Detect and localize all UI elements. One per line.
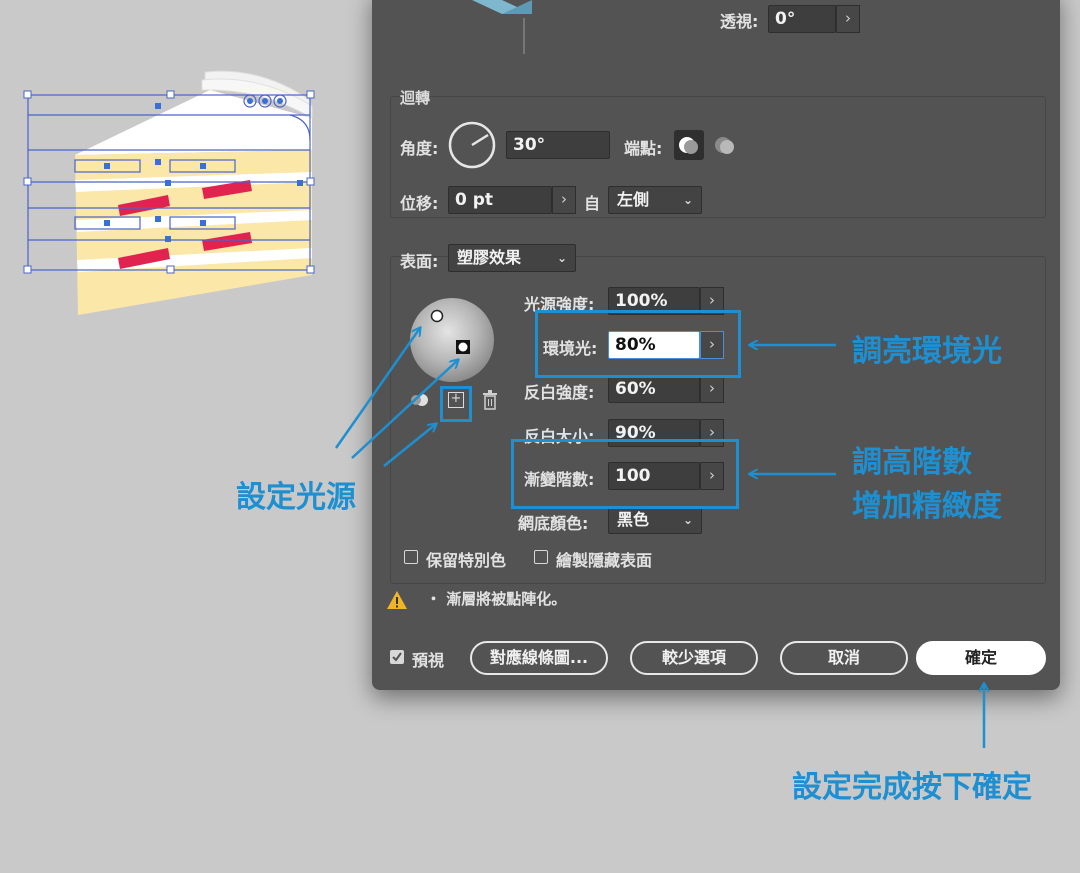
annotation-confirm: 設定完成按下確定: [792, 770, 1032, 805]
annotation-raise-steps-line2: 增加精緻度: [852, 489, 1002, 524]
annotation-raise-steps-line1: 調高階數: [852, 445, 972, 480]
annotation-set-light: 設定光源: [236, 480, 356, 515]
annotation-brighten-ambient: 調亮環境光: [852, 334, 1002, 369]
